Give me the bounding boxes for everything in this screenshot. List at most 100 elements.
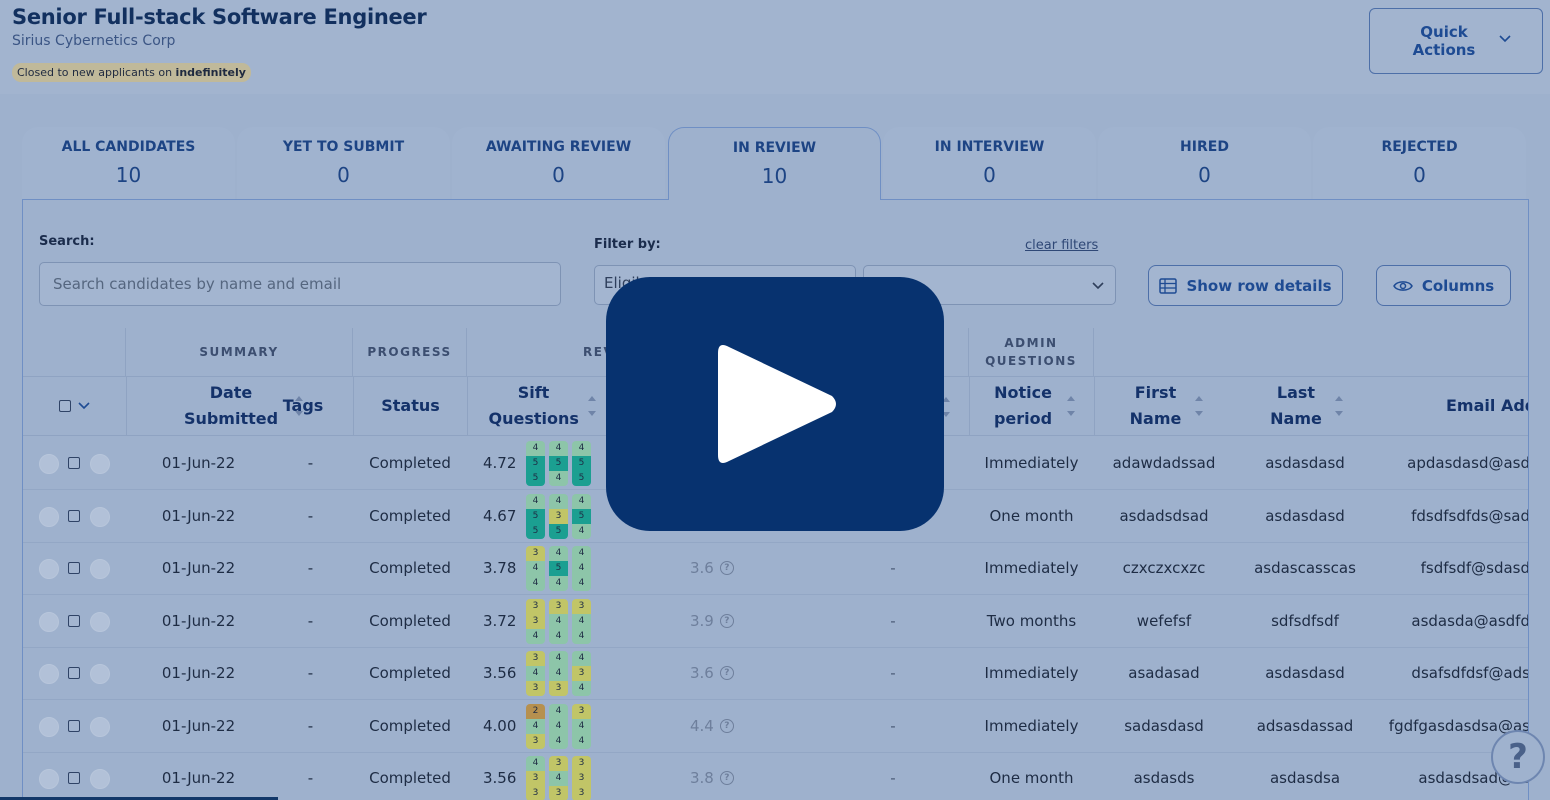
tab-all-candidates[interactable]: ALL CANDIDATES 10 [22,127,235,200]
play-icon [718,345,836,463]
score-pill: 444 [549,703,568,749]
expand-icon[interactable] [39,716,59,737]
score-cell: 4 [526,576,545,591]
col-last-name[interactable]: Last Name [1234,376,1376,436]
tab-rejected[interactable]: REJECTED 0 [1313,127,1526,200]
video-play-button[interactable] [606,277,944,531]
status-badge: Closed to new applicants on indefinitely [12,63,251,82]
collapse-icon[interactable] [90,664,110,684]
row-checkbox[interactable] [68,719,80,732]
clear-filters-link[interactable]: clear filters [1025,238,1098,253]
review-score-value: 4.4 [690,716,714,735]
score-pill: 435 [549,493,568,539]
expand-icon[interactable] [39,769,59,789]
tab-label: HIRED [1180,139,1229,155]
col-email: Email Addr [1376,376,1528,436]
tab-in-review[interactable]: IN REVIEW 10 [668,127,881,200]
score-pill: 343 [526,651,545,696]
chevron-down-icon [1499,35,1511,43]
score-cell: 3 [526,651,545,666]
tab-awaiting-review[interactable]: AWAITING REVIEW 0 [452,127,665,200]
tab-hired[interactable]: HIRED 0 [1098,127,1311,200]
collapse-icon[interactable] [90,611,110,632]
score-cell: 4 [572,733,591,749]
table-row[interactable]: 01-Jun-22- Completed 3.56 3 4 3 4 4 3 4 3 4 3.6? - Imm… [23,647,1529,700]
score-cell: 3 [526,546,545,561]
question-icon[interactable]: ? [719,718,734,733]
question-icon[interactable]: ? [719,613,734,628]
row-checkbox[interactable] [68,667,80,679]
date-submitted: 01-Jun-22 [161,664,236,682]
score-cell: 4 [549,493,568,509]
search-field[interactable] [39,262,561,306]
score-cell: 4 [572,613,591,629]
col-first-name[interactable]: First Name [1094,376,1234,436]
tab-in-interview[interactable]: IN INTERVIEW 0 [883,127,1096,200]
score-cell: 5 [549,456,568,471]
score-pill: 454 [549,441,568,486]
collapse-icon[interactable] [90,716,110,737]
collapse-icon[interactable] [90,769,110,789]
email-address: fsdfsdf@sdasd [1420,559,1529,577]
chevron-down-icon[interactable] [77,401,91,411]
score-cell: 5 [526,508,545,524]
expand-icon[interactable] [39,454,59,474]
email-address: dsafsdfdsf@ads [1411,664,1529,682]
score-cell: 3 [572,598,591,614]
select-all-checkbox[interactable] [58,400,71,412]
columns-button[interactable]: Columns [1376,265,1511,306]
sift-score: 4.67 [483,506,517,525]
score-cell: 3 [572,703,591,719]
row-checkbox[interactable] [68,562,80,574]
score-pill: 344 [526,546,545,591]
status-cell: Completed [369,769,451,787]
row-checkbox[interactable] [68,772,80,784]
notice-period: One month [989,769,1074,787]
table-row[interactable]: 01-Jun-22- Completed 4.00 2 4 3 4 4 4 3 4 4 4.4? - Imm… [23,700,1528,753]
last-name: asdascasscas [1254,559,1356,577]
score-cell: 3 [549,681,568,696]
sift-score: 3.56 [483,664,517,682]
score-cell: 4 [572,561,591,576]
notice-period: Immediately [984,454,1079,472]
email-address: fdsdfsdfds@sad [1411,506,1529,525]
score-cell: 3 [572,771,591,786]
table-row[interactable]: 01-Jun-22- Completed 3.56 4 3 3 3 4 3 3 3 3 3.8? - One… [23,752,1528,800]
score-cell: 4 [549,703,568,719]
table-row[interactable]: 01-Jun-22- Completed 3.78 3 4 4 4 5 4 4 4 4 3.6? - Imm… [23,542,1529,595]
row-checkbox[interactable] [68,509,80,522]
row-checkbox[interactable] [68,614,80,627]
question-icon[interactable]: ? [719,666,734,680]
first-name: asdadsdsad [1119,506,1209,525]
collapse-icon[interactable] [90,454,110,474]
collapse-icon[interactable] [90,506,110,527]
table-row[interactable]: 01-Jun-22- Completed 3.72 3 3 4 3 4 4 3 4 4 3.9? - Two… [23,595,1528,648]
question-icon[interactable]: ? [719,771,734,785]
search-input[interactable] [40,263,560,305]
expand-icon[interactable] [39,506,59,527]
question-icon[interactable]: ? [719,561,734,575]
score-cell: 3 [549,756,568,771]
expand-icon[interactable] [39,559,59,579]
help-button[interactable]: ? [1491,730,1545,784]
review-score: 3.9? [690,595,734,647]
last-name: asdasdsa [1269,769,1341,787]
date-submitted: 01-Jun-22 [161,769,236,787]
show-row-details-button[interactable]: Show row details [1148,265,1343,306]
company-name: Sirius Cybernetics Corp [12,33,176,49]
col-sift-questions[interactable]: Sift Questions [467,376,617,436]
admin-dash: - [890,559,896,577]
score-cell: 4 [526,666,545,681]
quick-actions-button[interactable]: Quick Actions [1369,8,1543,74]
collapse-icon[interactable] [90,559,110,579]
col-notice-period[interactable]: Notice period [969,376,1094,436]
row-checkbox[interactable] [68,457,80,469]
review-score-value: 3.9 [690,611,714,630]
expand-icon[interactable] [39,611,59,632]
tab-yet-to-submit[interactable]: YET TO SUBMIT 0 [237,127,450,200]
tab-label: IN INTERVIEW [934,139,1045,155]
expand-icon[interactable] [39,664,59,684]
first-name: adawdadssad [1112,454,1216,472]
score-cell: 4 [549,576,568,591]
tags-cell: - [307,664,314,682]
